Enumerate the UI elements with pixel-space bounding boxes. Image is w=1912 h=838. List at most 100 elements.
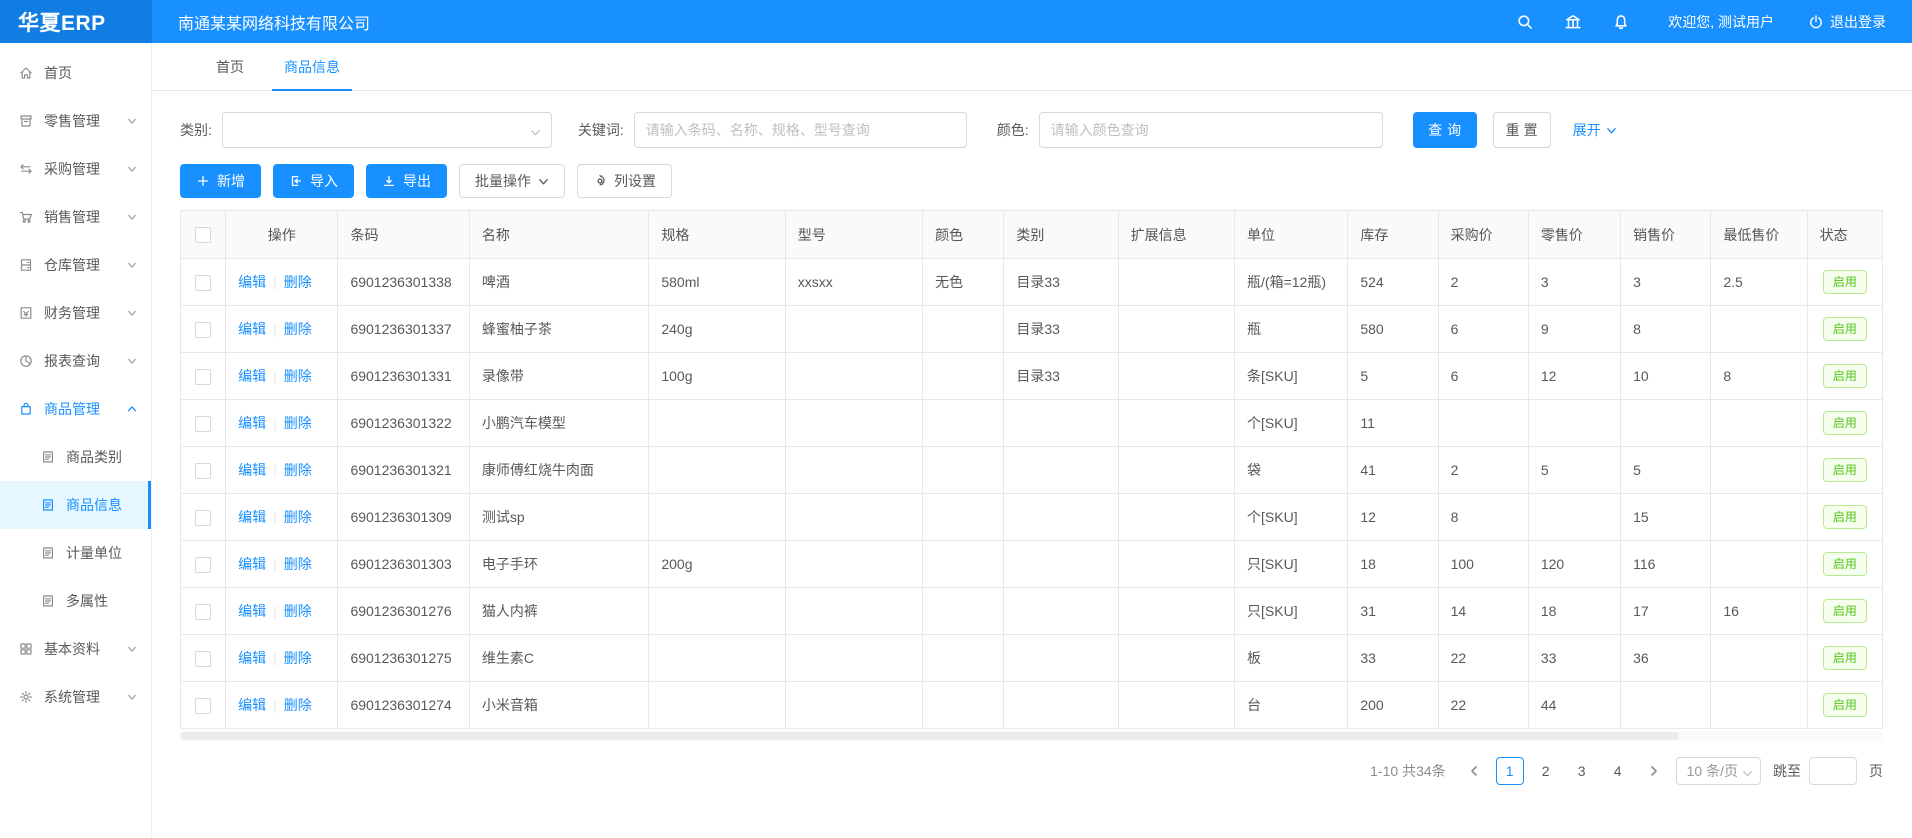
next-page-button[interactable] [1640,757,1668,785]
filter-bar: 类别: 关键词: 颜色: 查询 重置 展开 [152,91,1912,148]
row-checkbox[interactable] [195,557,211,573]
home-icon [18,65,34,81]
page-button-3[interactable]: 3 [1568,757,1596,785]
cell-ext [1118,635,1234,682]
sidebar-item-5[interactable]: 仓库管理 [0,241,151,289]
bag-icon [18,401,34,417]
edit-link[interactable]: 编辑 [238,321,266,337]
delete-link[interactable]: 删除 [284,697,312,713]
cell-unit: 台 [1235,682,1348,729]
delete-link[interactable]: 删除 [284,509,312,525]
delete-link[interactable]: 删除 [284,556,312,572]
prev-page-button[interactable] [1460,757,1488,785]
cell-operations: 编辑|删除 [226,353,338,400]
cell-low [1711,447,1807,494]
column-header: 零售价 [1528,211,1620,259]
sidebar-item-2[interactable]: 零售管理 [0,97,151,145]
doc-icon [40,449,56,465]
delete-link[interactable]: 删除 [284,650,312,666]
edit-link[interactable]: 编辑 [238,415,266,431]
sidebar-item-1[interactable]: 首页 [0,49,151,97]
delete-link[interactable]: 删除 [284,603,312,619]
row-checkbox[interactable] [195,369,211,385]
cell-stock: 33 [1348,635,1438,682]
column-header: 销售价 [1621,211,1711,259]
cell-category [1004,400,1118,447]
sidebar-item-10[interactable]: 商品信息 [0,481,151,529]
row-checkbox[interactable] [195,510,211,526]
expand-link[interactable]: 展开 [1573,120,1617,140]
cell-ext [1118,400,1234,447]
select-all-checkbox[interactable] [195,227,211,243]
sidebar-item-6[interactable]: 财务管理 [0,289,151,337]
delete-link[interactable]: 删除 [284,321,312,337]
color-input[interactable] [1039,112,1383,148]
column-header: 型号 [785,211,922,259]
sidebar-item-3[interactable]: 采购管理 [0,145,151,193]
cell-color: 无色 [923,259,1004,306]
page-button-1[interactable]: 1 [1496,757,1524,785]
edit-link[interactable]: 编辑 [238,368,266,384]
row-checkbox[interactable] [195,604,211,620]
cell-name: 蜂蜜柚子茶 [469,306,649,353]
row-checkbox[interactable] [195,275,211,291]
edit-link[interactable]: 编辑 [238,274,266,290]
sidebar-item-8[interactable]: 商品管理 [0,385,151,433]
jump-page-input[interactable] [1809,757,1857,785]
cell-stock: 524 [1348,259,1438,306]
edit-link[interactable]: 编辑 [238,462,266,478]
delete-link[interactable]: 删除 [284,274,312,290]
sidebar-item-4[interactable]: 销售管理 [0,193,151,241]
cell-low: 16 [1711,588,1807,635]
scrollbar-thumb[interactable] [180,732,1679,740]
row-checkbox[interactable] [195,698,211,714]
row-checkbox[interactable] [195,416,211,432]
delete-link[interactable]: 删除 [284,415,312,431]
link-divider: | [273,509,277,525]
column-settings-button[interactable]: 列设置 [577,164,672,198]
row-checkbox[interactable] [195,651,211,667]
page-button-2[interactable]: 2 [1532,757,1560,785]
cell-status: 启用 [1807,447,1882,494]
page-size-select[interactable]: 10 条/页 [1676,757,1761,785]
delete-link[interactable]: 删除 [284,368,312,384]
export-button[interactable]: 导出 [366,164,447,198]
row-checkbox[interactable] [195,322,211,338]
tab-home[interactable]: 首页 [212,43,248,90]
sidebar-item-14[interactable]: 系统管理 [0,673,151,721]
search-icon[interactable] [1516,13,1534,31]
reset-button[interactable]: 重置 [1493,112,1551,148]
logout-button[interactable]: 退出登录 [1808,12,1886,32]
query-button[interactable]: 查询 [1413,112,1477,148]
add-button[interactable]: 新增 [180,164,261,198]
sidebar-item-label: 系统管理 [44,687,100,707]
sidebar-item-13[interactable]: 基本资料 [0,625,151,673]
page-button-4[interactable]: 4 [1604,757,1632,785]
cell-retail: 33 [1528,635,1620,682]
row-checkbox[interactable] [195,463,211,479]
category-select[interactable] [222,112,552,148]
swap-icon [18,161,34,177]
import-button[interactable]: 导入 [273,164,354,198]
chevron-down-icon [1606,125,1617,136]
bell-icon[interactable] [1612,13,1630,31]
sidebar-item-9[interactable]: 商品类别 [0,433,151,481]
status-badge: 启用 [1823,270,1867,294]
batch-actions-button[interactable]: 批量操作 [459,164,565,198]
cell-name: 电子手环 [469,541,649,588]
keyword-label: 关键词: [578,120,624,140]
edit-link[interactable]: 编辑 [238,697,266,713]
edit-link[interactable]: 编辑 [238,603,266,619]
bank-icon[interactable] [1564,13,1582,31]
chevron-down-icon [1742,766,1753,782]
sidebar-item-11[interactable]: 计量单位 [0,529,151,577]
edit-link[interactable]: 编辑 [238,650,266,666]
tab-product-info[interactable]: 商品信息 [280,43,344,90]
sidebar-item-12[interactable]: 多属性 [0,577,151,625]
horizontal-scrollbar[interactable] [180,731,1883,741]
sidebar-item-7[interactable]: 报表查询 [0,337,151,385]
edit-link[interactable]: 编辑 [238,509,266,525]
keyword-input[interactable] [634,112,967,148]
delete-link[interactable]: 删除 [284,462,312,478]
edit-link[interactable]: 编辑 [238,556,266,572]
